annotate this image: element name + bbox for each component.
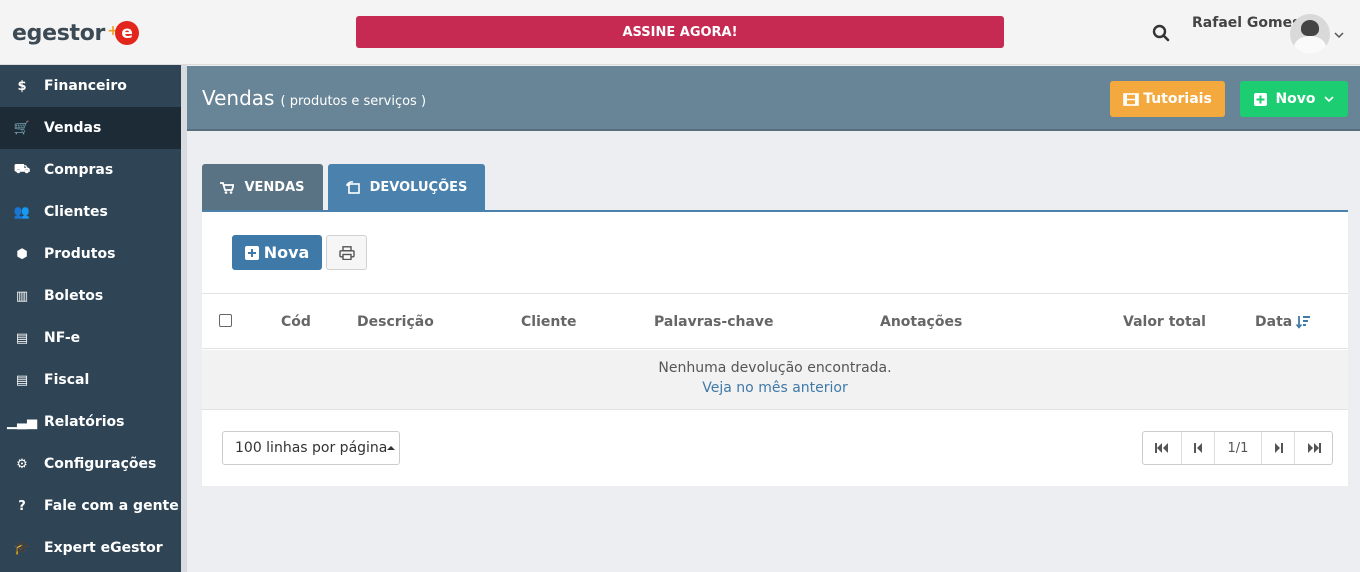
sidebar-item-financeiro[interactable]: $ Financeiro <box>0 65 181 107</box>
new-dropdown-button[interactable]: Novo <box>1240 81 1348 117</box>
sidebar-item-label: Financeiro <box>44 78 127 94</box>
column-header-data[interactable]: Data <box>1255 314 1311 330</box>
sidebar-divider <box>181 65 187 572</box>
sidebar-item-vendas[interactable]: 🛒 Vendas <box>0 107 181 149</box>
next-page-icon <box>1274 443 1283 453</box>
last-page-button[interactable] <box>1295 432 1332 464</box>
graduation-cap-icon: 🎓 <box>13 540 31 556</box>
new-return-button[interactable]: Nova <box>232 235 322 270</box>
printer-icon <box>338 245 355 260</box>
column-header-descricao[interactable]: Descrição <box>357 314 434 330</box>
content-panel: Nova Cód Descrição Cliente Palavras-chav… <box>202 212 1348 486</box>
page-title: Vendas( produtos e serviços ) <box>202 86 427 110</box>
next-page-button[interactable] <box>1262 432 1295 464</box>
top-bar: egestor + e ASSINE AGORA! Rafael Gomes <box>0 0 1360 65</box>
plus-square-icon <box>244 245 259 260</box>
users-icon: 👥 <box>13 204 31 220</box>
sidebar-item-label: Compras <box>44 162 114 178</box>
egestor-logo[interactable]: egestor + e <box>12 18 143 48</box>
barcode-icon: ▥ <box>15 288 29 304</box>
select-all-checkbox[interactable] <box>219 314 232 327</box>
chevron-down-icon[interactable] <box>1334 30 1344 40</box>
previous-month-link[interactable]: Veja no mês anterior <box>202 380 1348 396</box>
column-header-cliente[interactable]: Cliente <box>521 314 577 330</box>
empty-state-row: Nenhuma devolução encontrada. Veja no mê… <box>202 350 1348 410</box>
sidebar-item-produtos[interactable]: ⬢ Produtos <box>0 233 181 275</box>
page-header: Vendas( produtos e serviços ) Tutoriais … <box>187 66 1360 131</box>
empty-state-message: Nenhuma devolução encontrada. <box>658 360 892 376</box>
chevron-down-icon <box>1323 96 1334 103</box>
sort-descending-icon <box>1296 316 1311 329</box>
sidebar-item-relat-rios[interactable]: ▁▃▅ Relatórios <box>0 401 181 443</box>
page-subtitle: ( produtos e serviços ) <box>280 94 427 109</box>
column-header-palavras-chave[interactable]: Palavras-chave <box>654 314 774 330</box>
gear-icon: ⚙ <box>16 456 28 472</box>
sidebar-item-label: Fale com a gente <box>44 498 179 514</box>
truck-icon: ⛟ <box>13 161 31 177</box>
sidebar-item-compras[interactable]: ⛟ Compras <box>0 149 181 191</box>
sidebar-item-label: Boletos <box>44 288 104 304</box>
pagination: 1/1 <box>1142 431 1333 465</box>
sidebar-item-clientes[interactable]: 👥 Clientes <box>0 191 181 233</box>
avatar[interactable] <box>1290 14 1330 54</box>
film-icon <box>1123 92 1140 106</box>
sidebar-item-expert-egestor[interactable]: 🎓 Expert eGestor <box>0 527 181 569</box>
sidebar-item-label: NF-e <box>44 330 81 346</box>
first-page-button[interactable] <box>1143 432 1182 464</box>
plus-square-icon <box>1254 92 1268 106</box>
sidebar-item-label: Relatórios <box>44 414 125 430</box>
first-page-icon <box>1155 443 1168 453</box>
sidebar-item-label: Configurações <box>44 456 157 472</box>
search-icon[interactable] <box>1152 24 1170 42</box>
dollar-icon: $ <box>17 78 27 94</box>
document-icon: ▤ <box>15 330 29 346</box>
sidebar-item-label: Clientes <box>44 204 108 220</box>
user-name[interactable]: Rafael Gomes <box>1192 15 1300 31</box>
question-icon: ? <box>18 498 26 514</box>
tab-devolucoes[interactable]: DEVOLUÇÕES <box>328 164 485 211</box>
document-icon: ▤ <box>15 372 29 388</box>
print-button[interactable] <box>326 235 367 270</box>
last-page-icon <box>1307 443 1321 453</box>
sidebar: $ Financeiro 🛒 Vendas ⛟ Compras 👥 Clientes ⬢ Prod… <box>0 65 181 572</box>
table-header: Cód Descrição Cliente Palavras-chave Ano… <box>202 293 1348 349</box>
column-header-anotacoes[interactable]: Anotações <box>880 314 962 330</box>
logo-text: egestor <box>12 20 106 46</box>
previous-page-button[interactable] <box>1182 432 1215 464</box>
bar-chart-icon: ▁▃▅ <box>7 414 37 430</box>
sidebar-item-nf-e[interactable]: ▤ NF-e <box>0 317 181 359</box>
logo-mark-icon: + e <box>107 18 143 48</box>
sidebar-item-fale-com-a-gente[interactable]: ? Fale com a gente <box>0 485 181 527</box>
tab-vendas[interactable]: VENDAS <box>202 164 323 211</box>
sidebar-item-label: Fiscal <box>44 372 90 388</box>
sidebar-item-label: Expert eGestor <box>44 540 163 556</box>
sidebar-item-fiscal[interactable]: ▤ Fiscal <box>0 359 181 401</box>
sidebar-item-label: Vendas <box>44 120 102 136</box>
previous-page-icon <box>1193 443 1202 453</box>
page-indicator: 1/1 <box>1215 432 1262 464</box>
column-header-cod[interactable]: Cód <box>281 314 311 330</box>
subscribe-now-button[interactable]: ASSINE AGORA! <box>356 16 1004 48</box>
cubes-icon: ⬢ <box>16 246 28 262</box>
cart-icon <box>220 181 235 194</box>
caret-up-icon <box>387 446 396 450</box>
cart-icon: 🛒 <box>13 120 31 136</box>
sidebar-item-boletos[interactable]: ▥ Boletos <box>0 275 181 317</box>
tutorials-button[interactable]: Tutoriais <box>1110 81 1225 117</box>
sidebar-item-label: Produtos <box>44 246 116 262</box>
return-icon <box>345 181 360 194</box>
rows-per-page-select[interactable]: 100 linhas por página <box>222 431 400 465</box>
sidebar-item-configura-es[interactable]: ⚙ Configurações <box>0 443 181 485</box>
column-header-valor-total[interactable]: Valor total <box>1123 314 1206 330</box>
